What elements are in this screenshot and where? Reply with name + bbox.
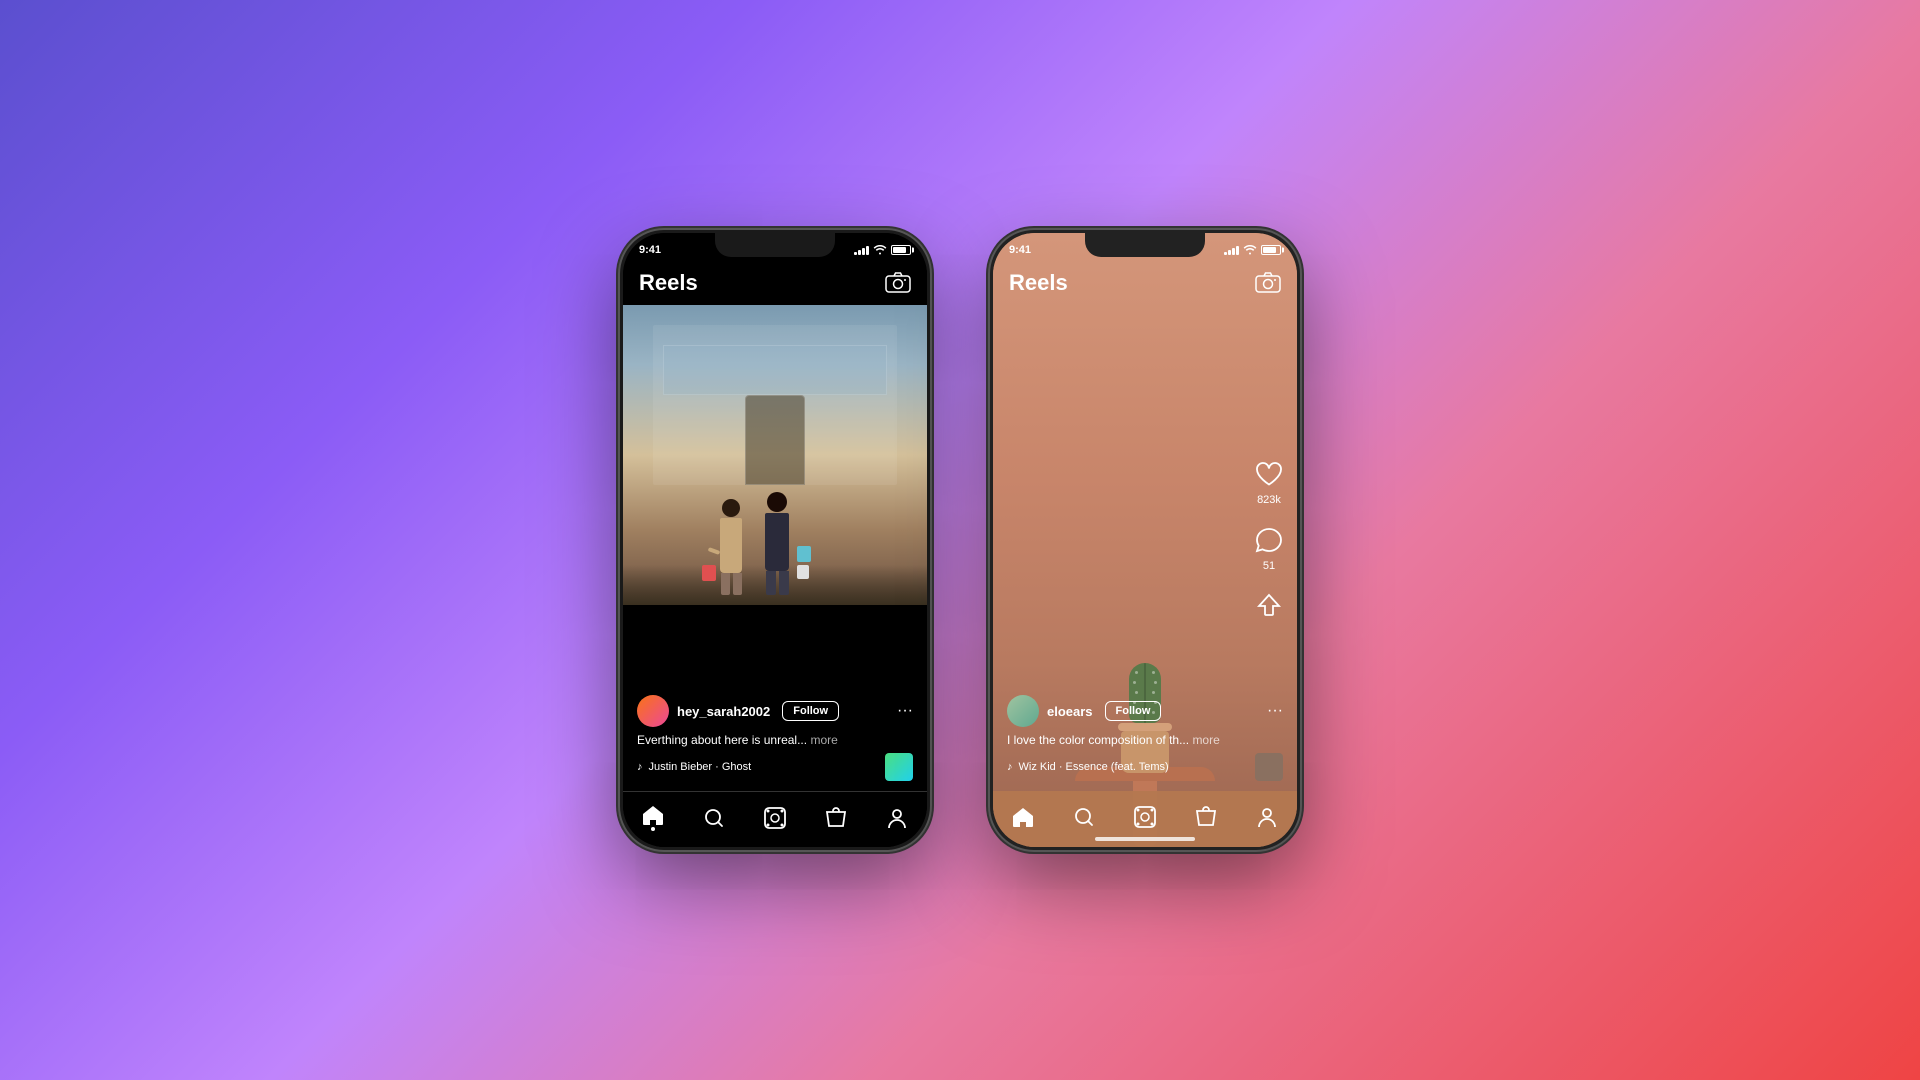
building-facade: [653, 325, 897, 485]
time-2: 9:41: [1009, 244, 1031, 256]
caption-1: Everthing about here is unreal... more: [637, 733, 913, 747]
bottom-nav-2: [993, 791, 1297, 847]
notch: [715, 233, 835, 257]
door: [745, 395, 805, 485]
figure-left: [720, 499, 742, 595]
legs-right: [766, 571, 789, 595]
battery-icon: [891, 245, 911, 255]
signal-icon: [854, 245, 869, 255]
phone-1: 9:41: [620, 230, 930, 850]
bag-left: [702, 565, 716, 581]
comment-action-2[interactable]: 51: [1251, 522, 1287, 572]
username-2: eloears: [1047, 704, 1093, 719]
more-icon-2[interactable]: ···: [1267, 702, 1283, 720]
post-info-2: eloears Follow ··· I love the color comp…: [993, 685, 1297, 791]
user-row-1: hey_sarah2002 Follow ···: [637, 695, 913, 727]
app-header-2: Reels: [993, 261, 1297, 305]
camera-button-1[interactable]: [885, 272, 911, 294]
window: [663, 345, 887, 395]
comment-count-2: 51: [1263, 560, 1275, 572]
figure-right: [765, 492, 789, 595]
video-scene-1: [623, 305, 927, 605]
comment-icon-2: [1251, 522, 1287, 558]
nav-profile-1[interactable]: [877, 798, 917, 838]
nav-home-2[interactable]: [1003, 797, 1043, 837]
nav-shop-2[interactable]: [1186, 797, 1226, 837]
like-action-2[interactable]: 823k: [1251, 456, 1287, 506]
follow-button-1[interactable]: Follow: [782, 701, 839, 721]
avatar-2: [1007, 695, 1039, 727]
camera-button-2[interactable]: [1255, 272, 1281, 294]
head-right: [767, 492, 787, 512]
wifi-icon: [873, 245, 887, 255]
phone-2: 9:41: [990, 230, 1300, 850]
app-header-1: Reels: [623, 261, 927, 305]
caption-2: I love the color composition of th... mo…: [1007, 733, 1283, 747]
username-1: hey_sarah2002: [677, 704, 770, 719]
music-label-2: Wiz Kid · Essence (feat. Tems): [1019, 761, 1169, 773]
music-thumb-2[interactable]: [1255, 753, 1283, 781]
wifi-icon-2: [1243, 245, 1257, 255]
follow-button-2[interactable]: Follow: [1105, 701, 1162, 721]
bottom-nav-1: [623, 791, 927, 847]
heart-icon-2: [1251, 456, 1287, 492]
screen-warm: 9:41: [993, 233, 1297, 847]
nav-shop-1[interactable]: [816, 798, 856, 838]
nav-reels-1[interactable]: [755, 798, 795, 838]
screen-dark: 9:41: [623, 233, 927, 847]
more-icon-1[interactable]: ···: [897, 702, 913, 720]
legs-left: [721, 573, 742, 595]
status-icons-1: [854, 245, 911, 255]
home-dot-1: [651, 827, 655, 831]
notch-2: [1085, 233, 1205, 257]
share-action-2[interactable]: [1251, 588, 1287, 624]
music-thumb-1[interactable]: [885, 753, 913, 781]
home-indicator-2: [1095, 837, 1195, 841]
nav-home-1[interactable]: [633, 798, 673, 838]
battery-icon-2: [1261, 245, 1281, 255]
body-left: [720, 518, 742, 573]
music-label-1: Justin Bieber · Ghost: [649, 761, 752, 773]
share-icon-2: [1251, 588, 1287, 624]
bags-right: [797, 546, 811, 579]
page-title-1: Reels: [639, 270, 698, 296]
body-right: [765, 513, 789, 571]
nav-reels-2[interactable]: [1125, 797, 1165, 837]
head-left: [722, 499, 740, 517]
user-row-2: eloears Follow ···: [1007, 695, 1283, 727]
time-1: 9:41: [639, 244, 661, 256]
nav-search-1[interactable]: [694, 798, 734, 838]
video-area-1: 823k 51: [623, 305, 927, 605]
music-row-2: ♪ Wiz Kid · Essence (feat. Tems): [1007, 753, 1283, 781]
status-icons-2: [1224, 245, 1281, 255]
page-title-2: Reels: [1009, 270, 1068, 296]
post-info-1: hey_sarah2002 Follow ··· Everthing about…: [623, 685, 927, 791]
signal-icon-2: [1224, 245, 1239, 255]
avatar-1: [637, 695, 669, 727]
side-actions-2: 823k 51: [1251, 456, 1287, 624]
nav-search-2[interactable]: [1064, 797, 1104, 837]
nav-profile-2[interactable]: [1247, 797, 1287, 837]
music-row-1: ♪ Justin Bieber · Ghost: [637, 753, 913, 781]
like-count-2: 823k: [1257, 494, 1281, 506]
